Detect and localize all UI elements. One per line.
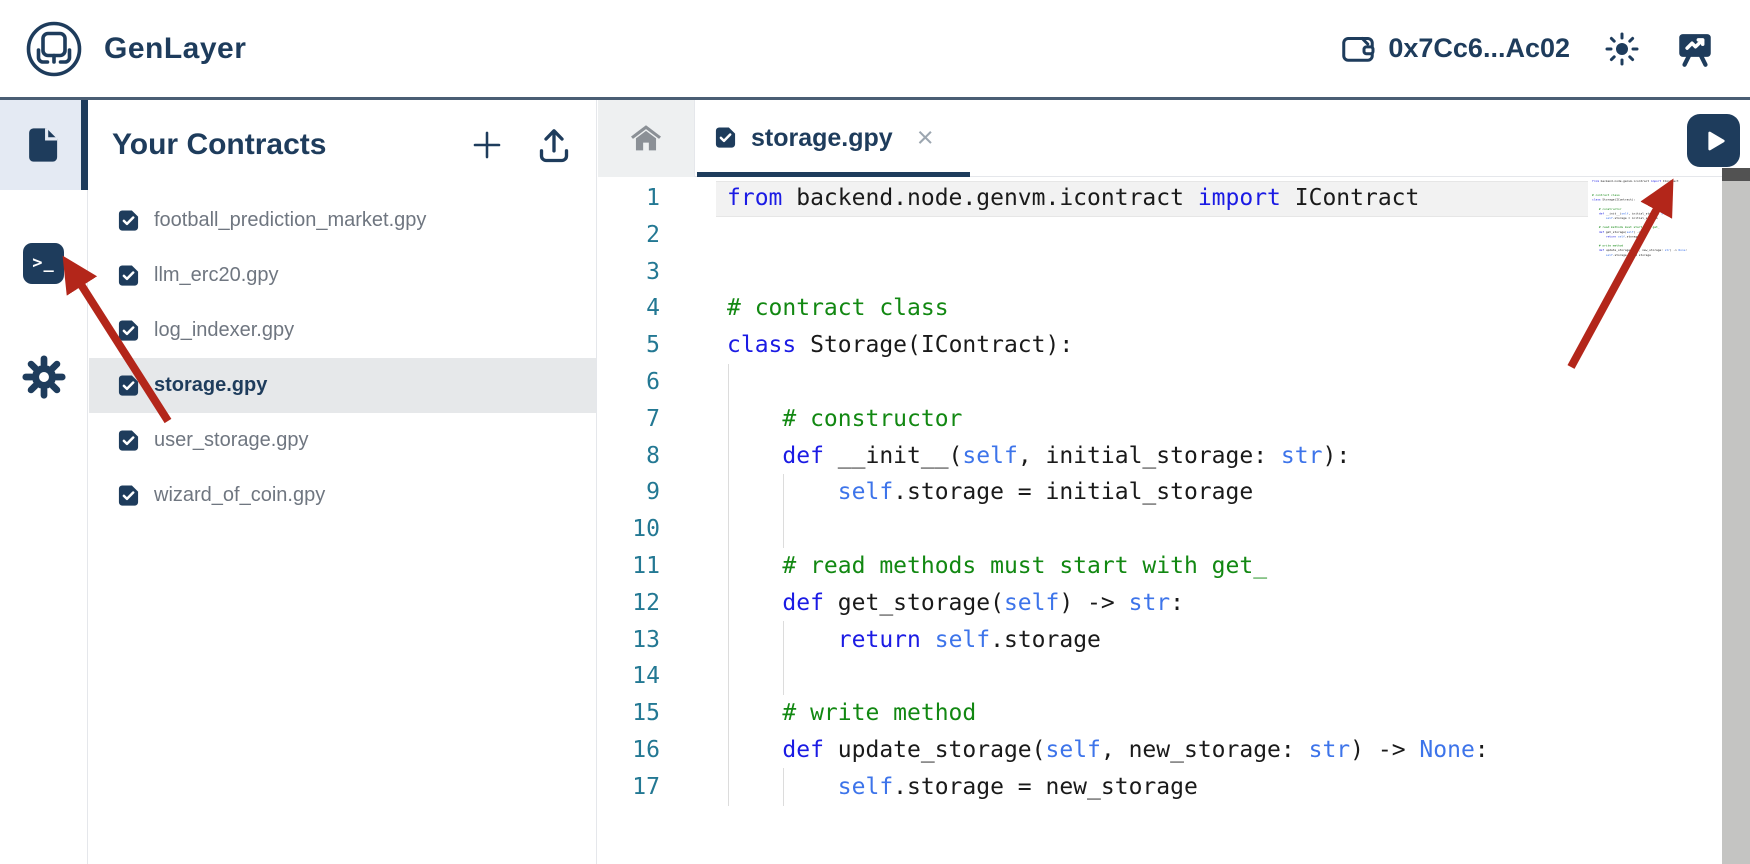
code-line: self.storage = initial_storage bbox=[727, 474, 1489, 511]
theme-toggle-button[interactable] bbox=[1602, 29, 1642, 69]
code-line: # read methods must start with get_ bbox=[727, 548, 1489, 585]
terminal-glyph: >_ bbox=[32, 253, 54, 273]
line-number: 4 bbox=[598, 290, 660, 327]
line-number: 13 bbox=[598, 622, 660, 659]
checked-file-icon bbox=[117, 429, 140, 452]
contract-file-item[interactable]: football_prediction_market.gpy bbox=[89, 193, 596, 248]
contract-file-item[interactable]: llm_erc20.gpy bbox=[89, 248, 596, 303]
add-contract-button[interactable] bbox=[470, 128, 504, 162]
line-number: 14 bbox=[598, 658, 660, 695]
tab-file-check-slot bbox=[714, 126, 739, 151]
top-header: GenLayer 0x7Cc6...Ac02 bbox=[0, 0, 1750, 100]
line-number: 3 bbox=[598, 254, 660, 291]
play-icon bbox=[1699, 126, 1729, 156]
line-number: 2 bbox=[598, 217, 660, 254]
gear-icon bbox=[21, 354, 67, 400]
code-line: def __init__(self, initial_storage: str)… bbox=[727, 438, 1489, 475]
upload-icon bbox=[534, 124, 574, 166]
contracts-panel-header: Your Contracts bbox=[89, 100, 596, 190]
plus-icon bbox=[470, 128, 504, 162]
minimap[interactable]: from backend.node.genvm.icontract import… bbox=[1592, 179, 1720, 289]
line-number: 17 bbox=[598, 769, 660, 806]
line-number: 10 bbox=[598, 511, 660, 548]
home-tab-button[interactable] bbox=[598, 100, 695, 177]
line-number: 5 bbox=[598, 327, 660, 364]
contracts-list: football_prediction_market.gpy llm_erc20… bbox=[89, 193, 596, 523]
contract-file-name: llm_erc20.gpy bbox=[154, 264, 279, 287]
line-number: 12 bbox=[598, 585, 660, 622]
page-scrollbar[interactable] bbox=[1722, 168, 1750, 864]
contract-file-item[interactable]: wizard_of_coin.gpy bbox=[89, 468, 596, 523]
code-line: self.storage = new_storage bbox=[1592, 253, 1720, 258]
code-line: # constructor bbox=[727, 401, 1489, 438]
code-line: class Storage(IContract): bbox=[727, 327, 1489, 364]
code-line bbox=[727, 364, 1489, 401]
line-number: 9 bbox=[598, 474, 660, 511]
scrollbar-thumb[interactable] bbox=[1722, 168, 1750, 181]
line-number: 16 bbox=[598, 732, 660, 769]
contract-file-item[interactable]: log_indexer.gpy bbox=[89, 303, 596, 358]
code-line bbox=[727, 511, 1489, 548]
tutorial-presentation-button[interactable] bbox=[1674, 28, 1716, 70]
code-line: def update_storage(self, new_storage: st… bbox=[727, 732, 1489, 769]
code-line: def get_storage(self) -> str: bbox=[727, 585, 1489, 622]
tab-close-icon[interactable]: × bbox=[917, 124, 934, 153]
contract-file-name: user_storage.gpy bbox=[154, 429, 309, 452]
code-line: return self.storage bbox=[727, 622, 1489, 659]
checked-file-icon bbox=[117, 264, 140, 287]
line-number: 8 bbox=[598, 438, 660, 475]
line-number: 7 bbox=[598, 401, 660, 438]
sidebar-item-terminal[interactable]: >_ bbox=[0, 224, 87, 302]
contract-file-name: football_prediction_market.gpy bbox=[154, 209, 426, 232]
contract-file-name: wizard_of_coin.gpy bbox=[154, 484, 325, 507]
run-contract-button[interactable] bbox=[1687, 114, 1740, 167]
checked-file-icon bbox=[117, 209, 140, 232]
code-line bbox=[727, 217, 1489, 254]
sidebar-item-files[interactable] bbox=[0, 100, 87, 190]
checked-file-icon bbox=[117, 374, 140, 397]
line-number: 1 bbox=[598, 180, 660, 217]
code-line: self.storage = new_storage bbox=[727, 769, 1489, 806]
terminal-icon: >_ bbox=[23, 243, 64, 284]
checked-file-icon bbox=[117, 484, 140, 507]
home-icon bbox=[628, 121, 664, 157]
minimap-content: from backend.node.genvm.icontract import… bbox=[1592, 179, 1720, 257]
line-numbers: 1234567891011121314151617 bbox=[598, 180, 660, 806]
code-line: from backend.node.genvm.icontract import… bbox=[727, 180, 1489, 217]
code-line bbox=[727, 254, 1489, 291]
contract-file-item[interactable]: user_storage.gpy bbox=[89, 413, 596, 468]
code-line: # contract class bbox=[727, 290, 1489, 327]
line-number: 11 bbox=[598, 548, 660, 585]
wallet-icon bbox=[1340, 31, 1376, 67]
contract-file-name: storage.gpy bbox=[154, 374, 267, 397]
code-lines: from backend.node.genvm.icontract import… bbox=[727, 180, 1489, 806]
contract-file-item[interactable]: storage.gpy bbox=[89, 358, 596, 413]
wallet-address: 0x7Cc6...Ac02 bbox=[1388, 33, 1570, 64]
checked-file-icon bbox=[714, 126, 737, 149]
contract-file-name: log_indexer.gpy bbox=[154, 319, 294, 342]
line-number: 6 bbox=[598, 364, 660, 401]
brand: GenLayer bbox=[26, 21, 246, 77]
code-editor[interactable]: 1234567891011121314151617 from backend.n… bbox=[598, 177, 1722, 864]
line-number: 15 bbox=[598, 695, 660, 732]
icon-sidebar: >_ bbox=[0, 100, 88, 864]
app-title: GenLayer bbox=[104, 32, 246, 66]
tab-storage-gpy[interactable]: storage.gpy × bbox=[697, 100, 970, 177]
wallet-address-chip[interactable]: 0x7Cc6...Ac02 bbox=[1340, 31, 1570, 67]
tab-label: storage.gpy bbox=[751, 124, 893, 153]
code-line bbox=[727, 658, 1489, 695]
checked-file-icon bbox=[117, 319, 140, 342]
contracts-panel-title: Your Contracts bbox=[112, 128, 470, 162]
upload-contract-button[interactable] bbox=[534, 124, 574, 166]
genlayer-logo-icon bbox=[26, 21, 82, 77]
sun-icon bbox=[1602, 29, 1642, 69]
contracts-panel: Your Contracts football_prediction_marke… bbox=[89, 100, 597, 864]
code-line: # write method bbox=[727, 695, 1489, 732]
file-icon bbox=[23, 124, 65, 166]
editor-tab-bar: storage.gpy × bbox=[598, 100, 1750, 177]
presentation-board-icon bbox=[1674, 28, 1716, 70]
sidebar-item-settings[interactable] bbox=[0, 338, 87, 416]
